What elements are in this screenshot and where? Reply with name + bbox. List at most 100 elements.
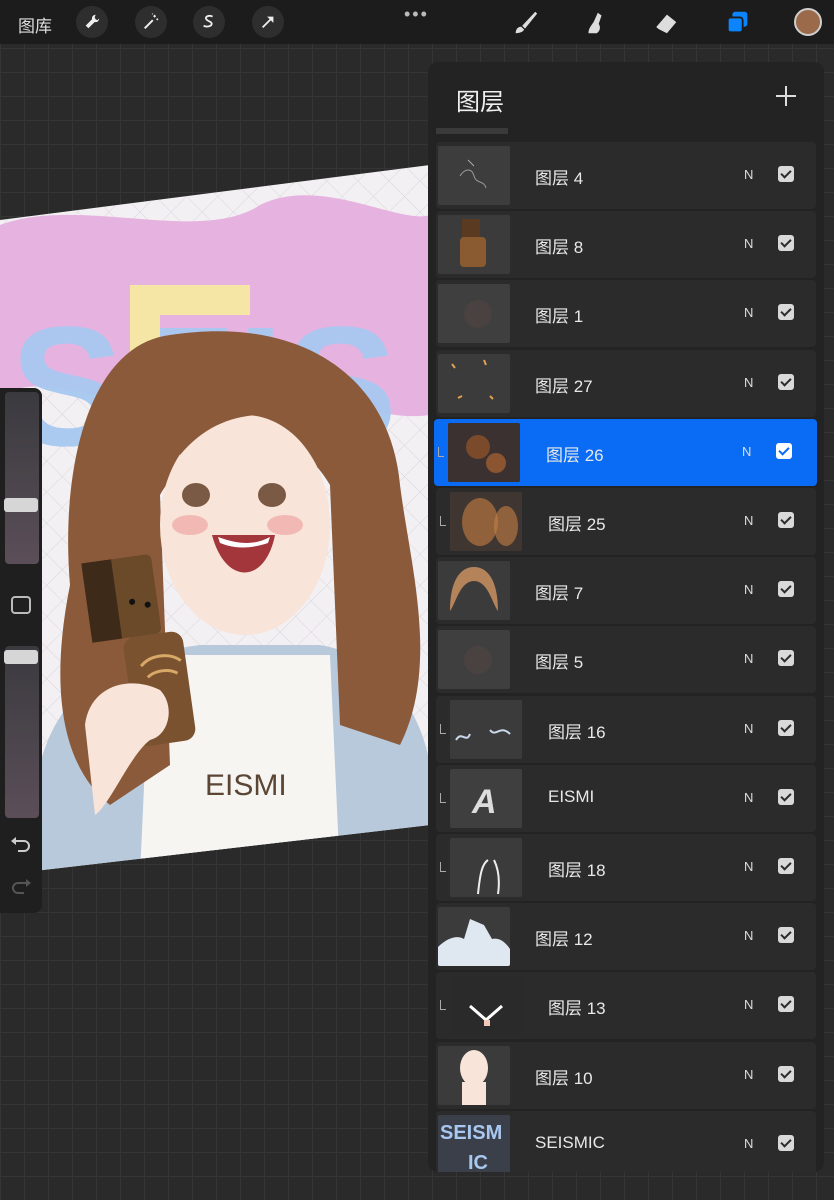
clipping-mask-indicator bbox=[440, 792, 446, 803]
layer-visibility-checkbox[interactable] bbox=[778, 858, 794, 874]
shirt-text: EISMI bbox=[205, 769, 287, 802]
blend-mode-button[interactable]: N bbox=[744, 790, 753, 805]
blend-mode-button[interactable]: N bbox=[744, 997, 753, 1012]
layer-visibility-checkbox[interactable] bbox=[778, 512, 794, 528]
layer-thumbnail[interactable] bbox=[438, 561, 510, 621]
blend-mode-button[interactable]: N bbox=[744, 167, 753, 182]
layer-visibility-checkbox[interactable] bbox=[776, 442, 792, 459]
layer-row[interactable]: 图层 27 N bbox=[436, 349, 816, 417]
layer-name[interactable]: 图层 26 bbox=[546, 441, 604, 466]
blend-mode-button[interactable]: N bbox=[744, 375, 753, 390]
layer-visibility-checkbox[interactable] bbox=[778, 235, 794, 252]
layer-visibility-checkbox[interactable] bbox=[778, 581, 794, 598]
layer-row[interactable]: 图层 12 N bbox=[436, 903, 816, 971]
layer-thumbnail[interactable] bbox=[450, 699, 522, 759]
layer-row[interactable]: SEISM IC SEISMIC N bbox=[436, 1110, 816, 1172]
seismic-thumb-line-2: IC bbox=[468, 1152, 488, 1172]
layer-row[interactable]: 图层 5 N bbox=[436, 626, 816, 694]
blend-mode-button[interactable]: N bbox=[744, 1136, 753, 1151]
layer-visibility-checkbox[interactable] bbox=[778, 719, 794, 736]
layer-name[interactable]: 图层 27 bbox=[535, 372, 593, 397]
layer-visibility-checkbox[interactable] bbox=[778, 788, 794, 805]
layers-icon[interactable] bbox=[723, 8, 753, 38]
layer-row[interactable]: 图层 1 N bbox=[436, 280, 816, 348]
modify-button[interactable] bbox=[11, 596, 31, 614]
layer-thumbnail[interactable] bbox=[438, 284, 510, 344]
brush-icon[interactable] bbox=[510, 8, 540, 38]
layer-thumbnail[interactable] bbox=[438, 146, 510, 205]
opacity-slider[interactable] bbox=[5, 646, 39, 818]
layer-name[interactable]: 图层 16 bbox=[548, 718, 606, 743]
layer-row[interactable]: 图层 8 N bbox=[436, 211, 816, 279]
opacity-thumb[interactable] bbox=[4, 650, 38, 664]
layer-row[interactable]: 图层 26 N bbox=[434, 418, 817, 486]
layer-thumbnail[interactable]: SEISM IC bbox=[438, 1114, 510, 1172]
layer-name[interactable]: 图层 4 bbox=[535, 164, 583, 189]
transform-arrow-icon[interactable] bbox=[252, 6, 284, 38]
layer-thumbnail[interactable] bbox=[448, 422, 520, 482]
layer-row[interactable]: 图层 4 N bbox=[436, 142, 816, 209]
left-sidebar bbox=[0, 388, 42, 913]
layer-thumbnail[interactable] bbox=[450, 838, 522, 897]
clipping-mask-indicator bbox=[440, 516, 446, 526]
layer-name[interactable]: EISMI bbox=[548, 787, 594, 807]
blend-mode-button[interactable]: N bbox=[744, 1067, 753, 1082]
layer-visibility-checkbox[interactable] bbox=[778, 927, 794, 944]
add-layer-icon[interactable] bbox=[772, 82, 800, 110]
layer-name[interactable]: 图层 7 bbox=[535, 579, 583, 604]
smudge-icon[interactable] bbox=[580, 8, 610, 38]
layer-row[interactable]: 图层 18 N bbox=[436, 834, 816, 901]
more-icon[interactable]: ••• bbox=[404, 4, 429, 25]
brush-size-slider[interactable] bbox=[5, 392, 39, 564]
layer-thumbnail[interactable] bbox=[438, 353, 510, 413]
blend-mode-button[interactable]: N bbox=[744, 582, 753, 597]
layer-thumbnail[interactable] bbox=[438, 215, 510, 275]
layer-name[interactable]: 图层 18 bbox=[548, 856, 606, 881]
blend-mode-button[interactable]: N bbox=[744, 651, 753, 666]
layer-row[interactable]: A EISMI N bbox=[436, 764, 816, 832]
layer-thumbnail[interactable]: A bbox=[450, 768, 522, 828]
brush-size-thumb[interactable] bbox=[4, 498, 38, 512]
eraser-icon[interactable] bbox=[651, 8, 681, 38]
layer-name[interactable]: 图层 12 bbox=[535, 925, 593, 950]
canvas-artwork[interactable]: SEIS EISMI bbox=[0, 165, 430, 875]
layer-visibility-checkbox[interactable] bbox=[778, 996, 794, 1013]
blend-mode-button[interactable]: N bbox=[744, 513, 753, 528]
layer-name[interactable]: 图层 10 bbox=[535, 1064, 593, 1089]
layer-visibility-checkbox[interactable] bbox=[778, 304, 794, 321]
layer-thumbnail[interactable] bbox=[450, 976, 522, 1036]
blend-mode-button[interactable]: N bbox=[744, 236, 753, 251]
layer-name[interactable]: 图层 1 bbox=[535, 302, 583, 327]
layer-thumbnail[interactable] bbox=[438, 1045, 510, 1105]
layer-row[interactable]: 图层 13 N bbox=[436, 972, 816, 1040]
layer-name[interactable]: 图层 13 bbox=[548, 994, 606, 1019]
blend-mode-button[interactable]: N bbox=[744, 305, 753, 320]
redo-icon[interactable] bbox=[10, 878, 32, 896]
layer-thumbnail[interactable] bbox=[438, 907, 510, 967]
blend-mode-button[interactable]: N bbox=[744, 859, 753, 874]
blend-mode-button[interactable]: N bbox=[744, 721, 753, 736]
layer-name[interactable]: 图层 25 bbox=[548, 510, 606, 535]
layer-visibility-checkbox[interactable] bbox=[778, 1065, 794, 1082]
layer-thumbnail[interactable] bbox=[438, 630, 510, 690]
gallery-button[interactable]: 图库 bbox=[18, 12, 52, 37]
layer-visibility-checkbox[interactable] bbox=[778, 650, 794, 667]
layer-visibility-checkbox[interactable] bbox=[778, 373, 794, 390]
undo-icon[interactable] bbox=[10, 836, 32, 854]
layer-row[interactable]: 图层 7 N bbox=[436, 557, 816, 625]
layer-visibility-checkbox[interactable] bbox=[778, 166, 794, 182]
layer-name[interactable]: 图层 8 bbox=[535, 233, 583, 258]
layer-name[interactable]: 图层 5 bbox=[535, 648, 583, 673]
layer-row[interactable]: 图层 10 N bbox=[436, 1041, 816, 1109]
blend-mode-button[interactable]: N bbox=[742, 444, 751, 459]
magic-wand-icon[interactable] bbox=[135, 6, 167, 38]
layer-row[interactable]: 图层 16 N bbox=[436, 695, 816, 763]
color-picker-swatch[interactable] bbox=[794, 8, 822, 36]
wrench-icon[interactable] bbox=[76, 6, 108, 38]
layer-thumbnail[interactable] bbox=[450, 492, 522, 551]
blend-mode-button[interactable]: N bbox=[744, 928, 753, 943]
layer-row[interactable]: 图层 25 N bbox=[436, 488, 816, 555]
layer-name[interactable]: SEISMIC bbox=[535, 1133, 605, 1153]
selection-icon[interactable] bbox=[193, 6, 225, 38]
layer-visibility-checkbox[interactable] bbox=[778, 1134, 794, 1151]
